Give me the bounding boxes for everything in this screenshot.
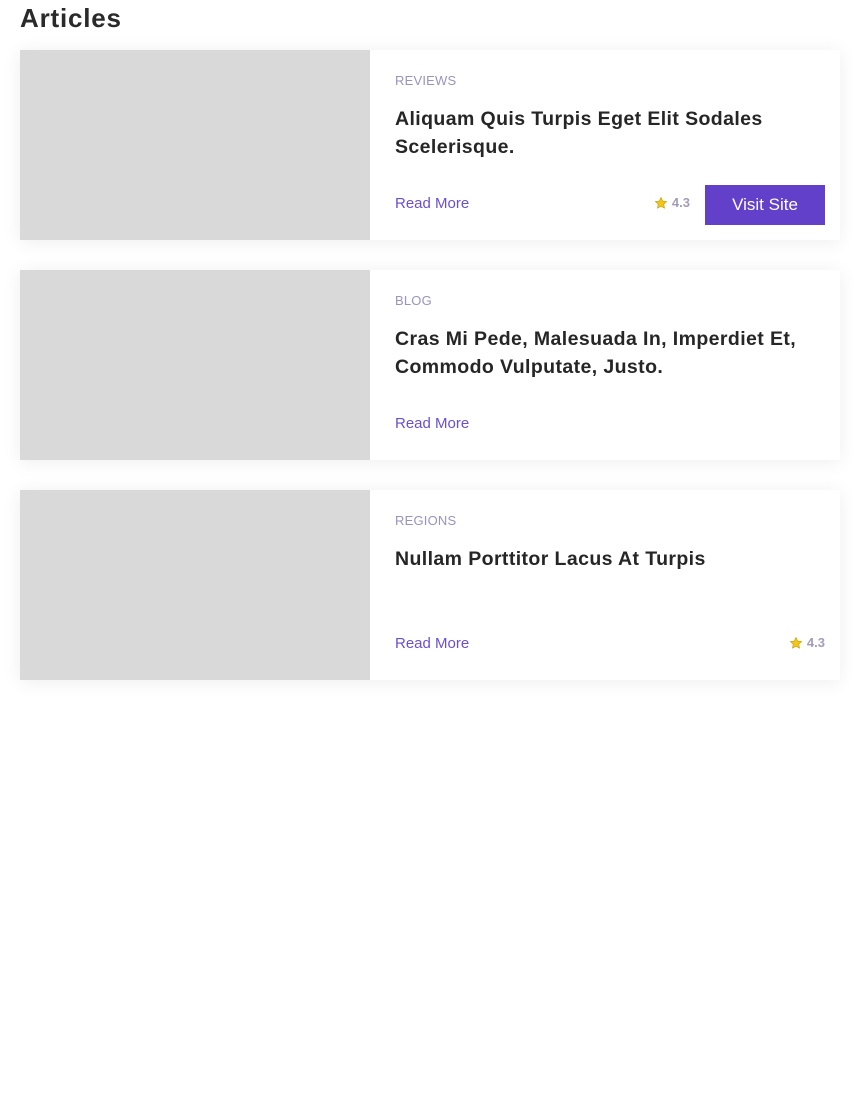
article-body: REGIONS Nullam Porttitor Lacus At Turpis… bbox=[370, 490, 840, 680]
article-category[interactable]: REVIEWS bbox=[395, 73, 456, 88]
article-card: BLOG Cras Mi Pede, Malesuada In, Imperdi… bbox=[20, 270, 840, 460]
page-title: Articles bbox=[20, 3, 122, 33]
visit-site-button[interactable]: Visit Site bbox=[705, 185, 825, 225]
article-category[interactable]: REGIONS bbox=[395, 513, 456, 528]
rating-value: 4.3 bbox=[806, 635, 825, 650]
article-card: REGIONS Nullam Porttitor Lacus At Turpis… bbox=[20, 490, 840, 680]
article-title[interactable]: Cras Mi Pede, Malesuada In, Imperdiet Et… bbox=[395, 325, 815, 381]
article-body: REVIEWS Aliquam Quis Turpis Eget Elit So… bbox=[370, 50, 840, 240]
article-card: REVIEWS Aliquam Quis Turpis Eget Elit So… bbox=[20, 50, 840, 240]
article-image[interactable] bbox=[20, 50, 370, 240]
article-category[interactable]: BLOG bbox=[395, 293, 432, 308]
article-image[interactable] bbox=[20, 270, 370, 460]
article-title[interactable]: Nullam Porttitor Lacus At Turpis bbox=[395, 545, 815, 573]
read-more-link[interactable]: Read More bbox=[395, 635, 469, 652]
article-image[interactable] bbox=[20, 490, 370, 680]
rating-value: 4.3 bbox=[671, 195, 690, 210]
rating: 4.3 bbox=[654, 195, 690, 210]
article-body: BLOG Cras Mi Pede, Malesuada In, Imperdi… bbox=[370, 270, 840, 460]
article-list: REVIEWS Aliquam Quis Turpis Eget Elit So… bbox=[20, 50, 840, 710]
rating: 4.3 bbox=[789, 635, 825, 650]
star-icon bbox=[789, 636, 802, 649]
read-more-link[interactable]: Read More bbox=[395, 195, 469, 212]
star-icon bbox=[654, 196, 667, 209]
read-more-link[interactable]: Read More bbox=[395, 415, 469, 432]
article-title[interactable]: Aliquam Quis Turpis Eget Elit Sodales Sc… bbox=[395, 105, 815, 161]
